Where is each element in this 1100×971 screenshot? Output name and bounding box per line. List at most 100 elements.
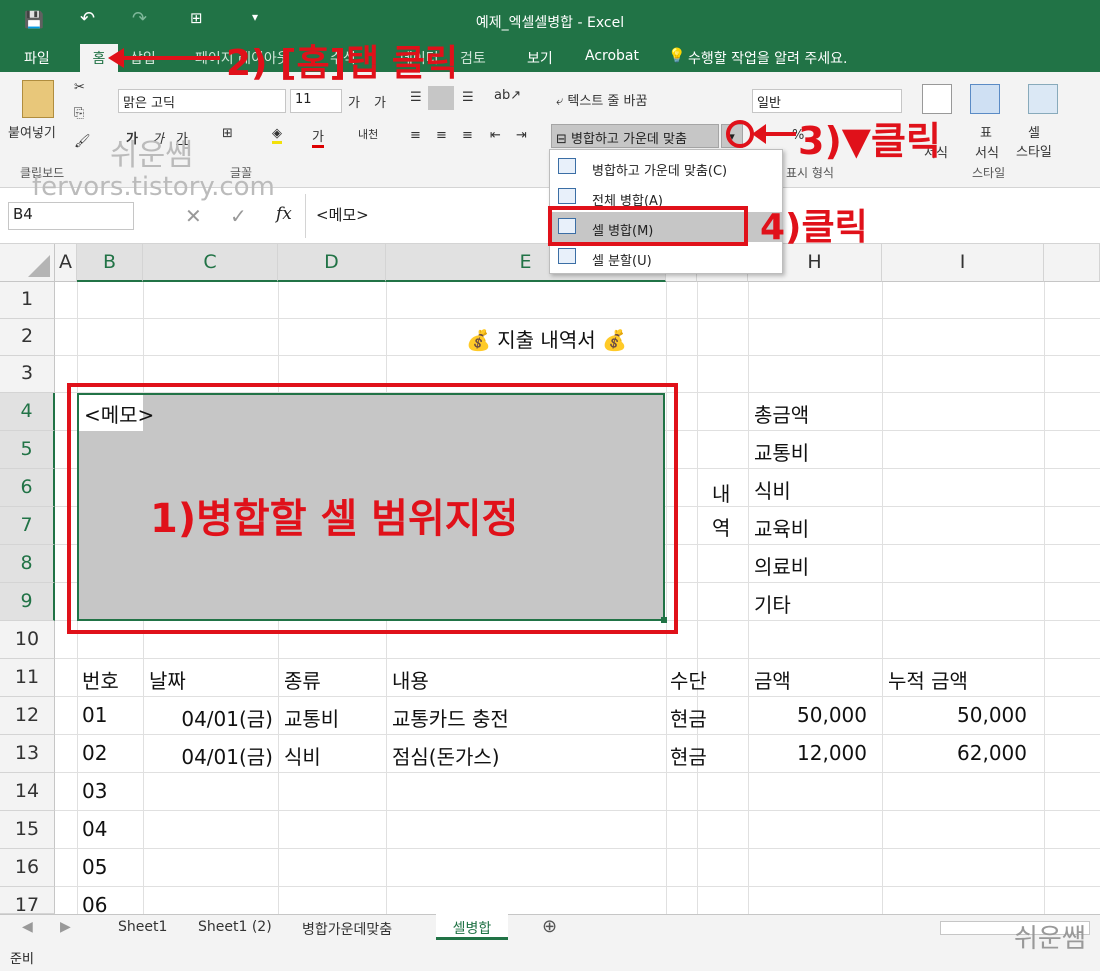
row-header-4[interactable]: 4 — [0, 393, 55, 431]
font-color-icon[interactable]: 가 — [312, 126, 324, 148]
row-header-10[interactable]: 10 — [0, 621, 55, 659]
header-content[interactable]: 내용 — [392, 665, 429, 694]
add-sheet-icon[interactable]: ⊕ — [542, 916, 557, 937]
paste-button[interactable]: 붙여넣기 — [8, 122, 56, 141]
category-cell[interactable]: 기타 — [754, 589, 791, 618]
table-cell[interactable]: 식비 — [284, 741, 321, 770]
row-header-12[interactable]: 12 — [0, 697, 55, 735]
shrink-font-icon[interactable]: 가 — [374, 92, 386, 111]
table-cell[interactable]: 점심(돈가스) — [392, 741, 500, 770]
col-header-j[interactable] — [1044, 244, 1100, 282]
row-header-16[interactable]: 16 — [0, 849, 55, 887]
table-cell[interactable]: 05 — [82, 855, 107, 879]
cell-styles-icon[interactable] — [1028, 84, 1058, 114]
font-size-select[interactable]: 11 — [290, 89, 342, 113]
table-cell[interactable]: 현금 — [670, 703, 707, 732]
row-header-11[interactable]: 11 — [0, 659, 55, 697]
format-table-icon[interactable] — [970, 84, 1000, 114]
tab-view[interactable]: 보기 — [527, 48, 553, 68]
cut-icon[interactable]: ✂ — [74, 80, 85, 95]
col-header-i[interactable]: I — [882, 244, 1044, 282]
sheet-tab-active[interactable]: 셀병합 — [436, 914, 508, 940]
category-cell[interactable]: 의료비 — [754, 551, 809, 580]
prev-sheet-icon[interactable]: ◀ — [22, 919, 33, 935]
name-box[interactable]: B4 — [8, 202, 134, 230]
col-header-c[interactable]: C — [143, 244, 278, 282]
clipboard-icon[interactable] — [22, 80, 54, 118]
select-all-corner[interactable] — [0, 244, 55, 282]
row-header-17[interactable]: 17 — [0, 887, 55, 916]
table-cell[interactable]: 01 — [82, 703, 107, 727]
table-cell[interactable]: 50,000 — [748, 703, 867, 727]
function-icon[interactable]: fx — [276, 204, 292, 224]
cancel-icon[interactable]: ✕ — [185, 204, 202, 228]
align-middle-icon[interactable] — [428, 86, 454, 110]
sheet-tab-1[interactable]: Sheet1 — [118, 919, 167, 935]
tab-acrobat[interactable]: Acrobat — [585, 48, 639, 64]
row-header-2[interactable]: 2 — [0, 319, 55, 356]
table-cell[interactable]: 교통비 — [284, 703, 339, 732]
row-header-15[interactable]: 15 — [0, 811, 55, 849]
row-header-7[interactable]: 7 — [0, 507, 55, 545]
table-cell[interactable]: 현금 — [670, 741, 707, 770]
tab-file[interactable]: 파일 — [24, 48, 50, 68]
row-header-5[interactable]: 5 — [0, 431, 55, 469]
header-cumulative[interactable]: 누적 금액 — [888, 665, 968, 694]
table-cell[interactable]: 12,000 — [748, 741, 867, 765]
category-cell[interactable]: 교통비 — [754, 437, 809, 466]
indent-decrease-icon[interactable]: ⇤ — [490, 128, 501, 143]
row-header-13[interactable]: 13 — [0, 735, 55, 773]
row-header-9[interactable]: 9 — [0, 583, 55, 621]
table-cell[interactable]: 04/01(금) — [143, 703, 273, 732]
col-header-a[interactable]: A — [55, 244, 77, 282]
tab-review[interactable]: 검토 — [460, 48, 486, 68]
next-sheet-icon[interactable]: ▶ — [60, 919, 71, 935]
grow-font-icon[interactable]: 가 — [348, 92, 360, 111]
fill-color-icon[interactable]: ◈ — [272, 126, 282, 144]
sheet-tab-2[interactable]: Sheet1 (2) — [198, 919, 272, 935]
align-right-icon[interactable]: ≡ — [462, 128, 473, 143]
cell-style-button[interactable]: 셀 스타일 — [1016, 122, 1052, 160]
align-left-icon[interactable]: ≡ — [410, 128, 421, 143]
table-cell[interactable]: 04 — [82, 817, 107, 841]
format-painter-icon[interactable]: 🖌 — [74, 134, 91, 149]
table-cell[interactable]: 50,000 — [882, 703, 1027, 727]
indent-increase-icon[interactable]: ⇥ — [516, 128, 527, 143]
category-cell[interactable]: 식비 — [754, 475, 791, 504]
sheet-title[interactable]: 💰 지출 내역서 💰 — [466, 324, 627, 353]
side-label-1[interactable]: 내 — [712, 478, 730, 507]
row-header-6[interactable]: 6 — [0, 469, 55, 507]
border-icon[interactable]: ⊞ — [222, 126, 233, 141]
table-cell[interactable]: 02 — [82, 741, 107, 765]
category-cell[interactable]: 교육비 — [754, 513, 809, 542]
menu-item-merge-center[interactable]: 병합하고 가운데 맞춤(C) — [550, 152, 782, 182]
header-type[interactable]: 종류 — [284, 665, 321, 694]
menu-item-unmerge[interactable]: 셀 분할(U) — [550, 242, 782, 272]
font-name-select[interactable]: 맑은 고딕 — [118, 89, 286, 113]
row-header-8[interactable]: 8 — [0, 545, 55, 583]
sheet-tab-3[interactable]: 병합가운데맞춤 — [302, 919, 392, 939]
align-bottom-icon[interactable]: ☰ — [462, 90, 474, 105]
table-cell[interactable]: 04/01(금) — [143, 741, 273, 770]
table-cell[interactable]: 교통카드 충전 — [392, 703, 509, 732]
header-amount[interactable]: 금액 — [754, 665, 791, 694]
table-cell[interactable]: 03 — [82, 779, 107, 803]
align-center-icon[interactable]: ≡ — [436, 128, 447, 143]
table-format-label[interactable]: 표 — [980, 122, 992, 141]
merge-center-button[interactable]: ⊟ 병합하고 가운데 맞춤 — [551, 124, 719, 148]
table-cell[interactable]: 62,000 — [882, 741, 1027, 765]
header-date[interactable]: 날짜 — [149, 665, 186, 694]
orientation-icon[interactable]: ab↗ — [494, 88, 521, 103]
copy-icon[interactable]: ⎘ — [74, 106, 84, 121]
phonetic-icon[interactable]: 내천 — [358, 126, 378, 142]
align-top-icon[interactable]: ☰ — [410, 90, 422, 105]
format-as-table-button[interactable]: 서식 — [975, 142, 999, 161]
row-header-3[interactable]: 3 — [0, 356, 55, 393]
enter-icon[interactable]: ✓ — [230, 204, 247, 228]
header-method[interactable]: 수단 — [670, 665, 707, 694]
row-header-1[interactable]: 1 — [0, 282, 55, 319]
row-header-14[interactable]: 14 — [0, 773, 55, 811]
col-header-b[interactable]: B — [77, 244, 143, 282]
wrap-text-button[interactable]: ⤶ 텍스트 줄 바꿈 — [556, 90, 647, 109]
tell-me-input[interactable]: 수행할 작업을 알려 주세요. — [688, 48, 847, 68]
